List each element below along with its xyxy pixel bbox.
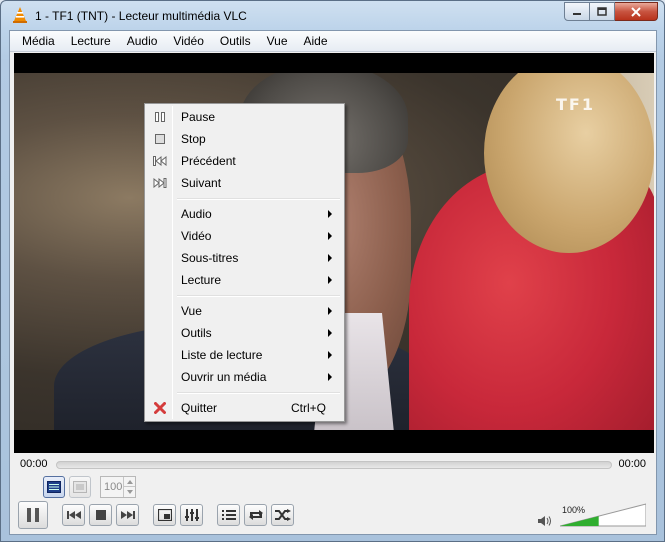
pause-icon [151,108,169,126]
seek-slider[interactable] [56,461,612,469]
playlist-button[interactable] [217,504,240,526]
submenu-arrow-icon [328,373,332,381]
menu-lecture[interactable]: Lecture [63,31,119,52]
quit-shortcut: Ctrl+Q [290,401,326,415]
maximize-icon [597,7,607,16]
fullscreen-icon [157,509,172,521]
minimize-button[interactable] [564,2,590,21]
next-icon [120,511,135,519]
ctx-item-next[interactable]: Suivant [147,172,342,194]
maximize-button[interactable] [590,2,615,21]
ctx-item-audio[interactable]: Audio [147,203,342,225]
ctx-item-stop[interactable]: Stop [147,128,342,150]
speaker-icon[interactable] [538,515,552,527]
ctx-item-view[interactable]: Vue [147,300,342,322]
shuffle-button[interactable] [271,504,294,526]
window-frame: 1 - TF1 (TNT) - Lecteur multimédia VLC M… [0,0,665,542]
ctx-item-pause[interactable]: Pause [147,106,342,128]
ctx-item-quit[interactable]: Quitter Ctrl+Q [147,397,342,419]
frame-by-frame-button[interactable] [69,476,91,498]
menu-audio[interactable]: Audio [119,31,166,52]
spinbox-value: 100 [104,481,123,493]
submenu-arrow-icon [328,351,332,359]
equalizer-icon [184,509,199,521]
close-icon [631,6,641,17]
submenu-arrow-icon [328,210,332,218]
total-time: 00:00 [618,458,646,470]
chevron-up-icon [126,479,133,484]
ctx-item-subtitles[interactable]: Sous-titres [147,247,342,269]
submenu-arrow-icon [328,232,332,240]
menu-media[interactable]: Média [14,31,63,52]
channel-logo: TF1 [556,95,595,114]
close-button[interactable] [615,2,658,21]
previous-button[interactable] [62,504,85,526]
menu-separator [147,194,342,203]
elapsed-time: 00:00 [20,458,48,470]
submenu-arrow-icon [328,254,332,262]
menu-aide[interactable]: Aide [296,31,336,52]
ctx-item-playback[interactable]: Lecture [147,269,342,291]
submenu-arrow-icon [328,329,332,337]
frame-icon [73,481,87,493]
window-title: 1 - TF1 (TNT) - Lecteur multimédia VLC [35,9,247,23]
stop-icon [95,510,106,520]
previous-icon [66,511,81,519]
menu-bar: Média Lecture Audio Vidéo Outils Vue Aid… [10,31,656,52]
menu-video[interactable]: Vidéo [165,31,211,52]
speed-spinbox[interactable]: 100 [100,476,136,498]
pause-button[interactable] [18,501,48,529]
submenu-arrow-icon [328,276,332,284]
next-button[interactable] [116,504,139,526]
spin-down-button[interactable] [123,487,135,497]
stop-icon [151,130,169,148]
context-menu: Pause Stop Précédent Suivant Audio Vidéo… [144,103,345,422]
menu-outils[interactable]: Outils [212,31,259,52]
spin-up-button[interactable] [123,477,135,487]
seek-row: 00:00 00:00 [10,456,656,474]
fullscreen-button[interactable] [153,504,176,526]
stop-button[interactable] [89,504,112,526]
menu-separator [147,388,342,397]
pause-icon [27,508,39,522]
ctx-item-open-media[interactable]: Ouvrir un média [147,366,342,388]
ctx-item-tools[interactable]: Outils [147,322,342,344]
extended-settings-button[interactable] [180,504,203,526]
loop-icon [248,510,263,520]
volume-slider[interactable] [560,503,646,527]
shuffle-icon [274,509,291,521]
title-bar[interactable]: 1 - TF1 (TNT) - Lecteur multimédia VLC [1,1,664,30]
menu-vue[interactable]: Vue [259,31,296,52]
next-icon [151,174,169,192]
ctx-item-previous[interactable]: Précédent [147,150,342,172]
submenu-arrow-icon [328,307,332,315]
ctx-item-playlist[interactable]: Liste de lecture [147,344,342,366]
playlist-icon [221,510,236,520]
playlist-toggle-button[interactable] [43,476,65,498]
vlc-cone-icon [13,7,27,23]
quit-icon [151,399,169,417]
playlist-window-icon [47,481,61,493]
previous-icon [151,152,169,170]
minimize-icon [573,12,581,15]
menu-separator [147,291,342,300]
ctx-item-video[interactable]: Vidéo [147,225,342,247]
chevron-down-icon [126,490,133,494]
loop-button[interactable] [244,504,267,526]
